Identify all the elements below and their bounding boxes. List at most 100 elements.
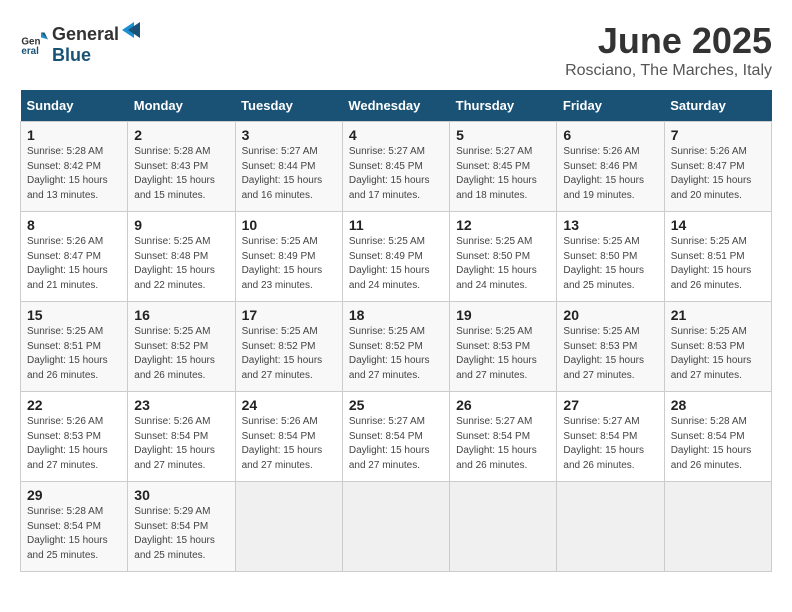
day-info: Sunrise: 5:25 AM Sunset: 8:53 PM Dayligh… bbox=[671, 325, 765, 383]
day-info: Sunrise: 5:25 AM Sunset: 8:49 PM Dayligh… bbox=[349, 235, 443, 293]
calendar-cell: 17 Sunrise: 5:25 AM Sunset: 8:52 PM Dayl… bbox=[235, 302, 342, 392]
day-info: Sunrise: 5:25 AM Sunset: 8:51 PM Dayligh… bbox=[671, 235, 765, 293]
logo: Gen eral General Blue bbox=[20, 20, 141, 66]
calendar-cell bbox=[450, 482, 557, 572]
calendar-row: 15 Sunrise: 5:25 AM Sunset: 8:51 PM Dayl… bbox=[21, 302, 772, 392]
day-info: Sunrise: 5:29 AM Sunset: 8:54 PM Dayligh… bbox=[134, 505, 228, 563]
calendar-cell: 28 Sunrise: 5:28 AM Sunset: 8:54 PM Dayl… bbox=[664, 392, 771, 482]
logo-general-text: General bbox=[52, 24, 119, 45]
day-number: 22 bbox=[27, 397, 121, 413]
logo-blue-text: Blue bbox=[52, 45, 91, 65]
day-number: 12 bbox=[456, 217, 550, 233]
col-friday: Friday bbox=[557, 90, 664, 122]
col-thursday: Thursday bbox=[450, 90, 557, 122]
day-info: Sunrise: 5:27 AM Sunset: 8:45 PM Dayligh… bbox=[456, 145, 550, 203]
day-number: 7 bbox=[671, 127, 765, 143]
day-number: 4 bbox=[349, 127, 443, 143]
calendar-cell: 24 Sunrise: 5:26 AM Sunset: 8:54 PM Dayl… bbox=[235, 392, 342, 482]
day-number: 23 bbox=[134, 397, 228, 413]
calendar-cell: 3 Sunrise: 5:27 AM Sunset: 8:44 PM Dayli… bbox=[235, 122, 342, 212]
calendar-cell: 7 Sunrise: 5:26 AM Sunset: 8:47 PM Dayli… bbox=[664, 122, 771, 212]
calendar-cell: 6 Sunrise: 5:26 AM Sunset: 8:46 PM Dayli… bbox=[557, 122, 664, 212]
day-number: 14 bbox=[671, 217, 765, 233]
day-number: 1 bbox=[27, 127, 121, 143]
day-number: 5 bbox=[456, 127, 550, 143]
logo-arrow-icon bbox=[120, 20, 140, 40]
calendar-cell: 11 Sunrise: 5:25 AM Sunset: 8:49 PM Dayl… bbox=[342, 212, 449, 302]
day-number: 29 bbox=[27, 487, 121, 503]
day-info: Sunrise: 5:28 AM Sunset: 8:54 PM Dayligh… bbox=[671, 415, 765, 473]
day-info: Sunrise: 5:25 AM Sunset: 8:52 PM Dayligh… bbox=[349, 325, 443, 383]
calendar-cell bbox=[557, 482, 664, 572]
calendar-cell: 25 Sunrise: 5:27 AM Sunset: 8:54 PM Dayl… bbox=[342, 392, 449, 482]
day-number: 3 bbox=[242, 127, 336, 143]
day-number: 15 bbox=[27, 307, 121, 323]
calendar-cell: 12 Sunrise: 5:25 AM Sunset: 8:50 PM Dayl… bbox=[450, 212, 557, 302]
day-info: Sunrise: 5:25 AM Sunset: 8:48 PM Dayligh… bbox=[134, 235, 228, 293]
col-wednesday: Wednesday bbox=[342, 90, 449, 122]
day-info: Sunrise: 5:27 AM Sunset: 8:54 PM Dayligh… bbox=[563, 415, 657, 473]
calendar-cell: 8 Sunrise: 5:26 AM Sunset: 8:47 PM Dayli… bbox=[21, 212, 128, 302]
calendar-cell: 10 Sunrise: 5:25 AM Sunset: 8:49 PM Dayl… bbox=[235, 212, 342, 302]
calendar-cell: 2 Sunrise: 5:28 AM Sunset: 8:43 PM Dayli… bbox=[128, 122, 235, 212]
col-tuesday: Tuesday bbox=[235, 90, 342, 122]
day-number: 8 bbox=[27, 217, 121, 233]
day-info: Sunrise: 5:28 AM Sunset: 8:43 PM Dayligh… bbox=[134, 145, 228, 203]
day-info: Sunrise: 5:27 AM Sunset: 8:54 PM Dayligh… bbox=[456, 415, 550, 473]
day-number: 17 bbox=[242, 307, 336, 323]
day-info: Sunrise: 5:25 AM Sunset: 8:53 PM Dayligh… bbox=[563, 325, 657, 383]
calendar-cell bbox=[664, 482, 771, 572]
title-area: June 2025 Rosciano, The Marches, Italy bbox=[565, 20, 772, 80]
calendar-cell: 15 Sunrise: 5:25 AM Sunset: 8:51 PM Dayl… bbox=[21, 302, 128, 392]
calendar-cell: 29 Sunrise: 5:28 AM Sunset: 8:54 PM Dayl… bbox=[21, 482, 128, 572]
calendar-row: 8 Sunrise: 5:26 AM Sunset: 8:47 PM Dayli… bbox=[21, 212, 772, 302]
calendar-cell: 5 Sunrise: 5:27 AM Sunset: 8:45 PM Dayli… bbox=[450, 122, 557, 212]
day-number: 9 bbox=[134, 217, 228, 233]
day-number: 24 bbox=[242, 397, 336, 413]
calendar-cell: 13 Sunrise: 5:25 AM Sunset: 8:50 PM Dayl… bbox=[557, 212, 664, 302]
calendar-cell: 23 Sunrise: 5:26 AM Sunset: 8:54 PM Dayl… bbox=[128, 392, 235, 482]
day-number: 10 bbox=[242, 217, 336, 233]
day-info: Sunrise: 5:25 AM Sunset: 8:49 PM Dayligh… bbox=[242, 235, 336, 293]
calendar-cell: 4 Sunrise: 5:27 AM Sunset: 8:45 PM Dayli… bbox=[342, 122, 449, 212]
svg-text:eral: eral bbox=[21, 46, 39, 57]
calendar-body: 1 Sunrise: 5:28 AM Sunset: 8:42 PM Dayli… bbox=[21, 122, 772, 572]
day-number: 19 bbox=[456, 307, 550, 323]
day-number: 27 bbox=[563, 397, 657, 413]
day-info: Sunrise: 5:27 AM Sunset: 8:44 PM Dayligh… bbox=[242, 145, 336, 203]
day-info: Sunrise: 5:26 AM Sunset: 8:54 PM Dayligh… bbox=[134, 415, 228, 473]
day-info: Sunrise: 5:26 AM Sunset: 8:53 PM Dayligh… bbox=[27, 415, 121, 473]
col-sunday: Sunday bbox=[21, 90, 128, 122]
day-info: Sunrise: 5:26 AM Sunset: 8:46 PM Dayligh… bbox=[563, 145, 657, 203]
calendar-cell bbox=[235, 482, 342, 572]
day-info: Sunrise: 5:25 AM Sunset: 8:51 PM Dayligh… bbox=[27, 325, 121, 383]
day-number: 2 bbox=[134, 127, 228, 143]
calendar-cell: 19 Sunrise: 5:25 AM Sunset: 8:53 PM Dayl… bbox=[450, 302, 557, 392]
page-header: Gen eral General Blue June 2025 Rosciano… bbox=[20, 20, 772, 80]
day-info: Sunrise: 5:27 AM Sunset: 8:54 PM Dayligh… bbox=[349, 415, 443, 473]
month-title: June 2025 bbox=[565, 20, 772, 62]
calendar-header-row: Sunday Monday Tuesday Wednesday Thursday… bbox=[21, 90, 772, 122]
calendar-cell: 16 Sunrise: 5:25 AM Sunset: 8:52 PM Dayl… bbox=[128, 302, 235, 392]
day-info: Sunrise: 5:26 AM Sunset: 8:54 PM Dayligh… bbox=[242, 415, 336, 473]
calendar-row: 29 Sunrise: 5:28 AM Sunset: 8:54 PM Dayl… bbox=[21, 482, 772, 572]
day-number: 28 bbox=[671, 397, 765, 413]
calendar-cell: 9 Sunrise: 5:25 AM Sunset: 8:48 PM Dayli… bbox=[128, 212, 235, 302]
day-number: 30 bbox=[134, 487, 228, 503]
day-info: Sunrise: 5:26 AM Sunset: 8:47 PM Dayligh… bbox=[671, 145, 765, 203]
day-number: 20 bbox=[563, 307, 657, 323]
day-info: Sunrise: 5:25 AM Sunset: 8:52 PM Dayligh… bbox=[134, 325, 228, 383]
calendar-cell: 21 Sunrise: 5:25 AM Sunset: 8:53 PM Dayl… bbox=[664, 302, 771, 392]
calendar-cell: 26 Sunrise: 5:27 AM Sunset: 8:54 PM Dayl… bbox=[450, 392, 557, 482]
calendar-cell: 18 Sunrise: 5:25 AM Sunset: 8:52 PM Dayl… bbox=[342, 302, 449, 392]
calendar-cell: 20 Sunrise: 5:25 AM Sunset: 8:53 PM Dayl… bbox=[557, 302, 664, 392]
day-info: Sunrise: 5:25 AM Sunset: 8:52 PM Dayligh… bbox=[242, 325, 336, 383]
day-info: Sunrise: 5:25 AM Sunset: 8:50 PM Dayligh… bbox=[563, 235, 657, 293]
day-number: 18 bbox=[349, 307, 443, 323]
day-info: Sunrise: 5:28 AM Sunset: 8:42 PM Dayligh… bbox=[27, 145, 121, 203]
day-info: Sunrise: 5:28 AM Sunset: 8:54 PM Dayligh… bbox=[27, 505, 121, 563]
day-number: 21 bbox=[671, 307, 765, 323]
calendar-cell: 22 Sunrise: 5:26 AM Sunset: 8:53 PM Dayl… bbox=[21, 392, 128, 482]
calendar-row: 1 Sunrise: 5:28 AM Sunset: 8:42 PM Dayli… bbox=[21, 122, 772, 212]
day-info: Sunrise: 5:25 AM Sunset: 8:53 PM Dayligh… bbox=[456, 325, 550, 383]
